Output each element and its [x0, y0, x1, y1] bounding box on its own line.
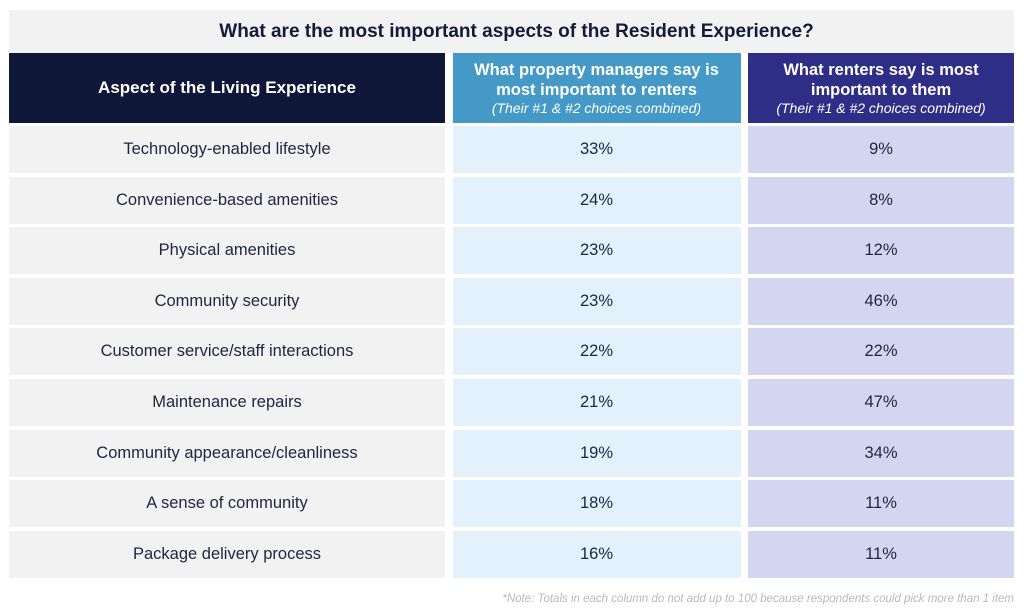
aspect-cell: A sense of community — [9, 480, 445, 528]
table-row: Convenience-based amenities 24% 8% — [9, 176, 1014, 224]
managers-value-cell: 23% — [452, 277, 741, 325]
header-renters-subtitle: (Their #1 & #2 choices combined) — [776, 99, 986, 116]
managers-value-cell: 33% — [452, 126, 741, 173]
table-row: Community security 23% 46% — [9, 277, 1014, 325]
renters-value-cell: 34% — [748, 429, 1014, 477]
aspect-cell: Package delivery process — [9, 530, 445, 578]
header-aspect: Aspect of the Living Experience — [9, 53, 445, 123]
renters-value-cell: 8% — [748, 176, 1014, 224]
table-body: Technology-enabled lifestyle 33% 9% Conv… — [9, 126, 1014, 578]
aspect-cell: Community security — [9, 277, 445, 325]
table-row: Community appearance/cleanliness 19% 34% — [9, 429, 1014, 477]
renters-value-cell: 11% — [748, 480, 1014, 528]
renters-value-cell: 11% — [748, 530, 1014, 578]
header-managers-title: What property managers say is most impor… — [474, 60, 719, 99]
aspect-cell: Customer service/staff interactions — [9, 328, 445, 376]
managers-value-cell: 18% — [452, 480, 741, 528]
header-renters: What renters say is most important to th… — [748, 53, 1014, 123]
table-title: What are the most important aspects of t… — [9, 10, 1014, 53]
header-managers-subtitle: (Their #1 & #2 choices combined) — [491, 99, 702, 116]
managers-value-cell: 22% — [452, 328, 741, 376]
table-row: Maintenance repairs 21% 47% — [9, 378, 1014, 426]
managers-value-cell: 24% — [452, 176, 741, 224]
managers-value-cell: 16% — [452, 530, 741, 578]
aspect-cell: Technology-enabled lifestyle — [9, 126, 445, 173]
renters-value-cell: 46% — [748, 277, 1014, 325]
table-row: Package delivery process 16% 11% — [9, 530, 1014, 578]
managers-value-cell: 23% — [452, 227, 741, 275]
managers-value-cell: 21% — [452, 378, 741, 426]
renters-value-cell: 47% — [748, 378, 1014, 426]
aspect-cell: Physical amenities — [9, 227, 445, 275]
table-row: Physical amenities 23% 12% — [9, 227, 1014, 275]
footnote: *Note: Totals in each column do not add … — [502, 593, 1014, 605]
aspect-cell: Community appearance/cleanliness — [9, 429, 445, 477]
renters-value-cell: 9% — [748, 126, 1014, 173]
table-row: Technology-enabled lifestyle 33% 9% — [9, 126, 1014, 173]
resident-experience-table: What are the most important aspects of t… — [9, 10, 1014, 581]
table-row: A sense of community 18% 11% — [9, 480, 1014, 528]
aspect-cell: Maintenance repairs — [9, 378, 445, 426]
table-row: Customer service/staff interactions 22% … — [9, 328, 1014, 376]
header-renters-title: What renters say is most important to th… — [783, 60, 979, 99]
aspect-cell: Convenience-based amenities — [9, 176, 445, 224]
renters-value-cell: 12% — [748, 227, 1014, 275]
renters-value-cell: 22% — [748, 328, 1014, 376]
header-row: Aspect of the Living Experience What pro… — [9, 53, 1014, 123]
header-property-managers: What property managers say is most impor… — [452, 53, 741, 123]
managers-value-cell: 19% — [452, 429, 741, 477]
